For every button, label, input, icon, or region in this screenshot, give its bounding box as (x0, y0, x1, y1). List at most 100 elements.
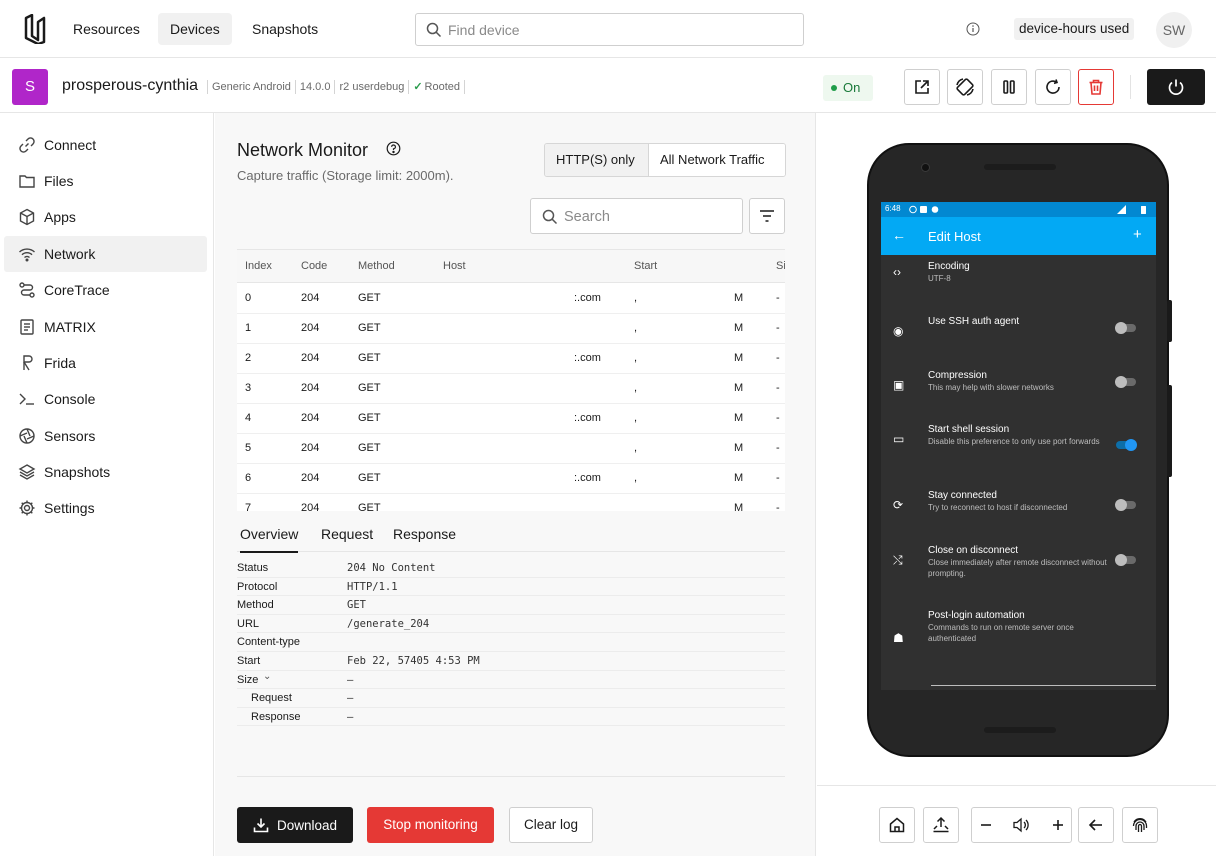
home-button[interactable] (879, 807, 915, 843)
sidebar-item-snapshots[interactable]: Snapshots (4, 454, 207, 490)
cell-method: GET (358, 442, 381, 454)
frida-icon (23, 355, 33, 371)
preference-switch[interactable] (1116, 439, 1137, 451)
pause-button[interactable] (991, 69, 1027, 105)
cell-start-time: M (734, 322, 744, 334)
column-header[interactable]: Start (634, 260, 657, 272)
detail-key: Status (237, 562, 269, 574)
chevron-down-icon[interactable]: ⌄ (263, 671, 271, 682)
app-switcher-button[interactable] (923, 807, 959, 843)
column-header[interactable]: Host (443, 260, 466, 272)
tab-overview[interactable]: Overview (240, 526, 299, 553)
nav-devices[interactable]: Devices (158, 13, 232, 45)
info-icon[interactable] (966, 22, 980, 36)
preference-item[interactable]: ⟳ Stay connected Try to reconnect to host … (881, 483, 1156, 535)
detail-row: URL/generate_204 (237, 615, 785, 634)
help-icon[interactable] (386, 141, 401, 156)
column-header[interactable]: Si (776, 260, 785, 272)
switch-knob (1115, 322, 1127, 334)
sidebar-item-label: Console (44, 391, 96, 407)
user-avatar[interactable]: SW (1156, 12, 1192, 48)
terminal-icon (19, 393, 34, 405)
table-row[interactable]: 3 204 GET, M - (237, 374, 785, 404)
android-app-bar: ← Edit Host + (881, 217, 1156, 255)
cell-code: 204 (301, 502, 320, 511)
screen-title: Edit Host (928, 229, 981, 244)
volume-control (971, 807, 1072, 843)
preference-switch[interactable] (1115, 499, 1136, 511)
sidebar-item-label: Snapshots (44, 464, 111, 480)
add-icon[interactable]: + (1133, 226, 1142, 243)
preference-item[interactable]: ‹› Encoding UTF-8 (881, 255, 1156, 307)
divider (817, 785, 1216, 786)
preference-switch[interactable] (1115, 554, 1136, 566)
cell-start: , (634, 382, 638, 394)
table-row[interactable]: 1 204 GET, M - (237, 314, 785, 344)
preference-item[interactable]: ☗ Post-login automation Commands to run on… (881, 603, 1156, 655)
filter-https-only[interactable]: HTTP(S) only (545, 144, 649, 176)
device-screen[interactable]: 6:48 ← Edit Host + ‹› Encoding UTF-8 ◉ Use S… (881, 202, 1156, 690)
delete-device-button[interactable] (1078, 69, 1114, 105)
sidebar-item-settings[interactable]: Settings (4, 490, 207, 526)
fingerprint-button[interactable] (1122, 807, 1158, 843)
nav-resources[interactable]: Resources (61, 13, 152, 45)
clear-log-button[interactable]: Clear log (509, 807, 593, 843)
preference-title: Close on disconnect (928, 545, 1019, 556)
table-row[interactable]: 0 204 GET:.com, M - (237, 284, 785, 314)
stop-monitoring-button[interactable]: Stop monitoring (367, 807, 494, 843)
find-device-field[interactable] (415, 13, 804, 46)
find-device-input[interactable] (448, 20, 788, 40)
tab-request[interactable]: Request (321, 526, 373, 542)
download-label: Download (276, 817, 338, 833)
preference-item[interactable]: ◉ Use SSH auth agent (881, 309, 1156, 361)
traffic-search-input[interactable] (564, 207, 734, 227)
table-row[interactable]: 7 204 GET M - (237, 494, 785, 511)
open-external-button[interactable] (904, 69, 940, 105)
preference-title: Stay connected (928, 490, 997, 501)
traffic-search-field[interactable] (530, 198, 743, 234)
filter-button[interactable] (749, 198, 785, 234)
sidebar-item-apps[interactable]: Apps (4, 199, 207, 235)
sidebar-item-coretrace[interactable]: CoreTrace (4, 272, 207, 308)
sidebar-item-network[interactable]: Network (4, 236, 207, 272)
preference-item[interactable]: ▣ Compression This may help with slower ne… (881, 363, 1156, 415)
volume-up-icon[interactable] (1051, 818, 1065, 832)
nav-snapshots[interactable]: Snapshots (240, 13, 330, 45)
table-row[interactable]: 2 204 GET:.com, M - (237, 344, 785, 374)
column-header[interactable]: Index (245, 260, 272, 272)
restart-button[interactable] (1035, 69, 1071, 105)
sidebar-item-console[interactable]: Console (4, 381, 207, 417)
sidebar-item-matrix[interactable]: MATRIX (4, 309, 207, 345)
detail-row[interactable]: Size ⌄ – (237, 671, 785, 690)
preference-switch[interactable] (1115, 322, 1136, 334)
divider (237, 776, 785, 777)
tab-response[interactable]: Response (393, 526, 456, 542)
column-header[interactable]: Code (301, 260, 327, 272)
table-row[interactable]: 5 204 GET, M - (237, 434, 785, 464)
rotate-button[interactable] (947, 69, 983, 105)
download-button[interactable]: Download (237, 807, 353, 843)
page-title: Network Monitor (237, 140, 369, 160)
cell-code: 204 (301, 412, 320, 424)
cell-start: , (634, 352, 638, 364)
cell-code: 204 (301, 472, 320, 484)
camera-icon (921, 163, 930, 172)
back-button[interactable] (1078, 807, 1114, 843)
preference-switch[interactable] (1115, 376, 1136, 388)
column-header[interactable]: Method (358, 260, 395, 272)
filter-all-traffic[interactable]: All Network Traffic (649, 144, 785, 176)
table-row[interactable]: 4 204 GET:.com, M - (237, 404, 785, 434)
sidebar-item-connect[interactable]: Connect (4, 127, 207, 163)
detail-key: Response (251, 710, 301, 723)
power-button[interactable] (1147, 69, 1205, 105)
sidebar-item-sensors[interactable]: Sensors (4, 418, 207, 454)
sidebar-item-frida[interactable]: Frida (4, 345, 207, 381)
volume-down-icon[interactable] (979, 818, 993, 832)
preference-item[interactable]: ⤭ Close on disconnect Close immediately af… (881, 538, 1156, 590)
table-row[interactable]: 6 204 GET:.com, M - (237, 464, 785, 494)
preference-item[interactable]: ▭ Start shell session Disable this prefere… (881, 417, 1156, 469)
corellium-logo-icon[interactable] (24, 14, 46, 44)
cell-size: - (776, 502, 780, 511)
sidebar-item-files[interactable]: Files (4, 163, 207, 199)
back-arrow-icon[interactable]: ← (892, 227, 906, 243)
